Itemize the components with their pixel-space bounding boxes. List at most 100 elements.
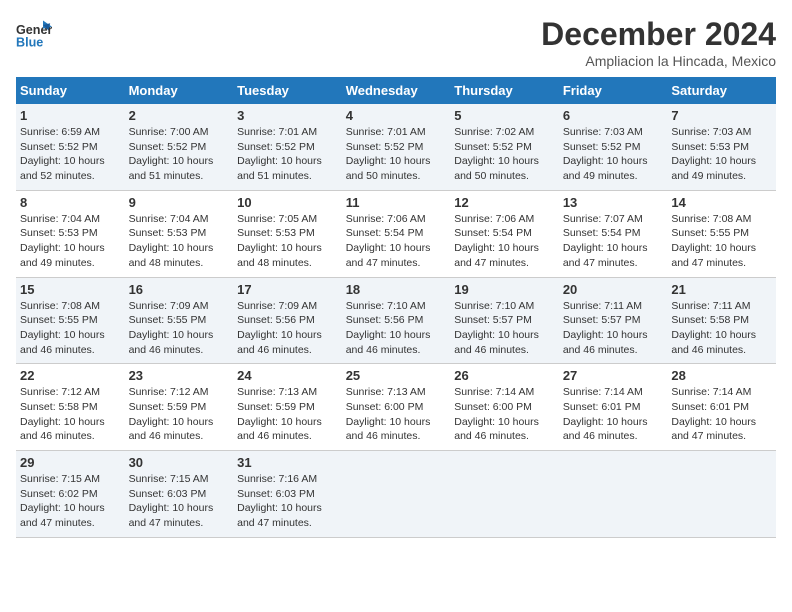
day-details: Sunrise: 7:00 AMSunset: 5:52 PMDaylight:… (129, 126, 214, 182)
day-number: 23 (129, 368, 230, 383)
calendar-cell (559, 451, 668, 538)
day-number: 24 (237, 368, 338, 383)
calendar-table: Sunday Monday Tuesday Wednesday Thursday… (16, 77, 776, 538)
day-number: 17 (237, 282, 338, 297)
day-details: Sunrise: 7:16 AMSunset: 6:03 PMDaylight:… (237, 473, 322, 529)
day-number: 14 (671, 195, 772, 210)
calendar-cell: 24 Sunrise: 7:13 AMSunset: 5:59 PMDaylig… (233, 364, 342, 451)
calendar-cell: 26 Sunrise: 7:14 AMSunset: 6:00 PMDaylig… (450, 364, 559, 451)
day-details: Sunrise: 7:15 AMSunset: 6:02 PMDaylight:… (20, 473, 105, 529)
day-details: Sunrise: 7:14 AMSunset: 6:00 PMDaylight:… (454, 386, 539, 442)
day-details: Sunrise: 7:01 AMSunset: 5:52 PMDaylight:… (237, 126, 322, 182)
day-number: 28 (671, 368, 772, 383)
calendar-week-row: 22 Sunrise: 7:12 AMSunset: 5:58 PMDaylig… (16, 364, 776, 451)
col-friday: Friday (559, 77, 668, 104)
day-number: 3 (237, 108, 338, 123)
day-number: 21 (671, 282, 772, 297)
calendar-body: 1 Sunrise: 6:59 AMSunset: 5:52 PMDayligh… (16, 104, 776, 537)
day-number: 25 (346, 368, 447, 383)
page-header: General Blue December 2024 Ampliacion la… (16, 16, 776, 69)
col-wednesday: Wednesday (342, 77, 451, 104)
calendar-week-row: 1 Sunrise: 6:59 AMSunset: 5:52 PMDayligh… (16, 104, 776, 190)
calendar-cell: 19 Sunrise: 7:10 AMSunset: 5:57 PMDaylig… (450, 277, 559, 364)
calendar-cell (450, 451, 559, 538)
day-number: 10 (237, 195, 338, 210)
calendar-week-row: 15 Sunrise: 7:08 AMSunset: 5:55 PMDaylig… (16, 277, 776, 364)
day-number: 13 (563, 195, 664, 210)
day-number: 11 (346, 195, 447, 210)
svg-text:Blue: Blue (16, 36, 43, 50)
day-number: 15 (20, 282, 121, 297)
day-number: 22 (20, 368, 121, 383)
calendar-cell: 29 Sunrise: 7:15 AMSunset: 6:02 PMDaylig… (16, 451, 125, 538)
col-monday: Monday (125, 77, 234, 104)
calendar-week-row: 29 Sunrise: 7:15 AMSunset: 6:02 PMDaylig… (16, 451, 776, 538)
logo-icon: General Blue (16, 16, 52, 52)
day-details: Sunrise: 7:06 AMSunset: 5:54 PMDaylight:… (346, 213, 431, 269)
calendar-cell: 4 Sunrise: 7:01 AMSunset: 5:52 PMDayligh… (342, 104, 451, 190)
logo: General Blue (16, 16, 52, 52)
day-number: 6 (563, 108, 664, 123)
day-details: Sunrise: 7:09 AMSunset: 5:55 PMDaylight:… (129, 300, 214, 356)
day-details: Sunrise: 7:03 AMSunset: 5:52 PMDaylight:… (563, 126, 648, 182)
day-details: Sunrise: 7:04 AMSunset: 5:53 PMDaylight:… (129, 213, 214, 269)
calendar-cell: 31 Sunrise: 7:16 AMSunset: 6:03 PMDaylig… (233, 451, 342, 538)
calendar-cell: 5 Sunrise: 7:02 AMSunset: 5:52 PMDayligh… (450, 104, 559, 190)
day-number: 29 (20, 455, 121, 470)
day-number: 9 (129, 195, 230, 210)
calendar-cell (342, 451, 451, 538)
calendar-cell: 23 Sunrise: 7:12 AMSunset: 5:59 PMDaylig… (125, 364, 234, 451)
calendar-cell: 22 Sunrise: 7:12 AMSunset: 5:58 PMDaylig… (16, 364, 125, 451)
col-tuesday: Tuesday (233, 77, 342, 104)
calendar-cell: 13 Sunrise: 7:07 AMSunset: 5:54 PMDaylig… (559, 190, 668, 277)
day-number: 31 (237, 455, 338, 470)
calendar-cell: 3 Sunrise: 7:01 AMSunset: 5:52 PMDayligh… (233, 104, 342, 190)
day-details: Sunrise: 7:11 AMSunset: 5:57 PMDaylight:… (563, 300, 648, 356)
day-number: 7 (671, 108, 772, 123)
day-details: Sunrise: 7:13 AMSunset: 6:00 PMDaylight:… (346, 386, 431, 442)
day-details: Sunrise: 7:13 AMSunset: 5:59 PMDaylight:… (237, 386, 322, 442)
day-details: Sunrise: 7:08 AMSunset: 5:55 PMDaylight:… (671, 213, 756, 269)
day-number: 19 (454, 282, 555, 297)
calendar-cell: 18 Sunrise: 7:10 AMSunset: 5:56 PMDaylig… (342, 277, 451, 364)
calendar-cell: 14 Sunrise: 7:08 AMSunset: 5:55 PMDaylig… (667, 190, 776, 277)
calendar-cell: 6 Sunrise: 7:03 AMSunset: 5:52 PMDayligh… (559, 104, 668, 190)
day-number: 2 (129, 108, 230, 123)
day-details: Sunrise: 7:15 AMSunset: 6:03 PMDaylight:… (129, 473, 214, 529)
col-thursday: Thursday (450, 77, 559, 104)
calendar-cell: 25 Sunrise: 7:13 AMSunset: 6:00 PMDaylig… (342, 364, 451, 451)
col-sunday: Sunday (16, 77, 125, 104)
calendar-cell: 9 Sunrise: 7:04 AMSunset: 5:53 PMDayligh… (125, 190, 234, 277)
month-title: December 2024 (541, 16, 776, 53)
col-saturday: Saturday (667, 77, 776, 104)
day-details: Sunrise: 7:14 AMSunset: 6:01 PMDaylight:… (671, 386, 756, 442)
calendar-cell: 30 Sunrise: 7:15 AMSunset: 6:03 PMDaylig… (125, 451, 234, 538)
day-details: Sunrise: 7:14 AMSunset: 6:01 PMDaylight:… (563, 386, 648, 442)
day-number: 18 (346, 282, 447, 297)
location-subtitle: Ampliacion la Hincada, Mexico (541, 53, 776, 69)
day-details: Sunrise: 7:12 AMSunset: 5:58 PMDaylight:… (20, 386, 105, 442)
title-block: December 2024 Ampliacion la Hincada, Mex… (541, 16, 776, 69)
day-number: 20 (563, 282, 664, 297)
day-details: Sunrise: 7:08 AMSunset: 5:55 PMDaylight:… (20, 300, 105, 356)
calendar-cell: 21 Sunrise: 7:11 AMSunset: 5:58 PMDaylig… (667, 277, 776, 364)
day-details: Sunrise: 7:03 AMSunset: 5:53 PMDaylight:… (671, 126, 756, 182)
day-number: 26 (454, 368, 555, 383)
day-details: Sunrise: 7:01 AMSunset: 5:52 PMDaylight:… (346, 126, 431, 182)
calendar-cell: 8 Sunrise: 7:04 AMSunset: 5:53 PMDayligh… (16, 190, 125, 277)
day-number: 12 (454, 195, 555, 210)
day-number: 4 (346, 108, 447, 123)
calendar-cell: 17 Sunrise: 7:09 AMSunset: 5:56 PMDaylig… (233, 277, 342, 364)
day-details: Sunrise: 6:59 AMSunset: 5:52 PMDaylight:… (20, 126, 105, 182)
day-details: Sunrise: 7:06 AMSunset: 5:54 PMDaylight:… (454, 213, 539, 269)
day-details: Sunrise: 7:11 AMSunset: 5:58 PMDaylight:… (671, 300, 756, 356)
day-details: Sunrise: 7:12 AMSunset: 5:59 PMDaylight:… (129, 386, 214, 442)
day-details: Sunrise: 7:09 AMSunset: 5:56 PMDaylight:… (237, 300, 322, 356)
day-number: 1 (20, 108, 121, 123)
calendar-cell: 2 Sunrise: 7:00 AMSunset: 5:52 PMDayligh… (125, 104, 234, 190)
calendar-cell: 27 Sunrise: 7:14 AMSunset: 6:01 PMDaylig… (559, 364, 668, 451)
calendar-cell: 7 Sunrise: 7:03 AMSunset: 5:53 PMDayligh… (667, 104, 776, 190)
calendar-week-row: 8 Sunrise: 7:04 AMSunset: 5:53 PMDayligh… (16, 190, 776, 277)
calendar-cell: 11 Sunrise: 7:06 AMSunset: 5:54 PMDaylig… (342, 190, 451, 277)
calendar-cell: 1 Sunrise: 6:59 AMSunset: 5:52 PMDayligh… (16, 104, 125, 190)
